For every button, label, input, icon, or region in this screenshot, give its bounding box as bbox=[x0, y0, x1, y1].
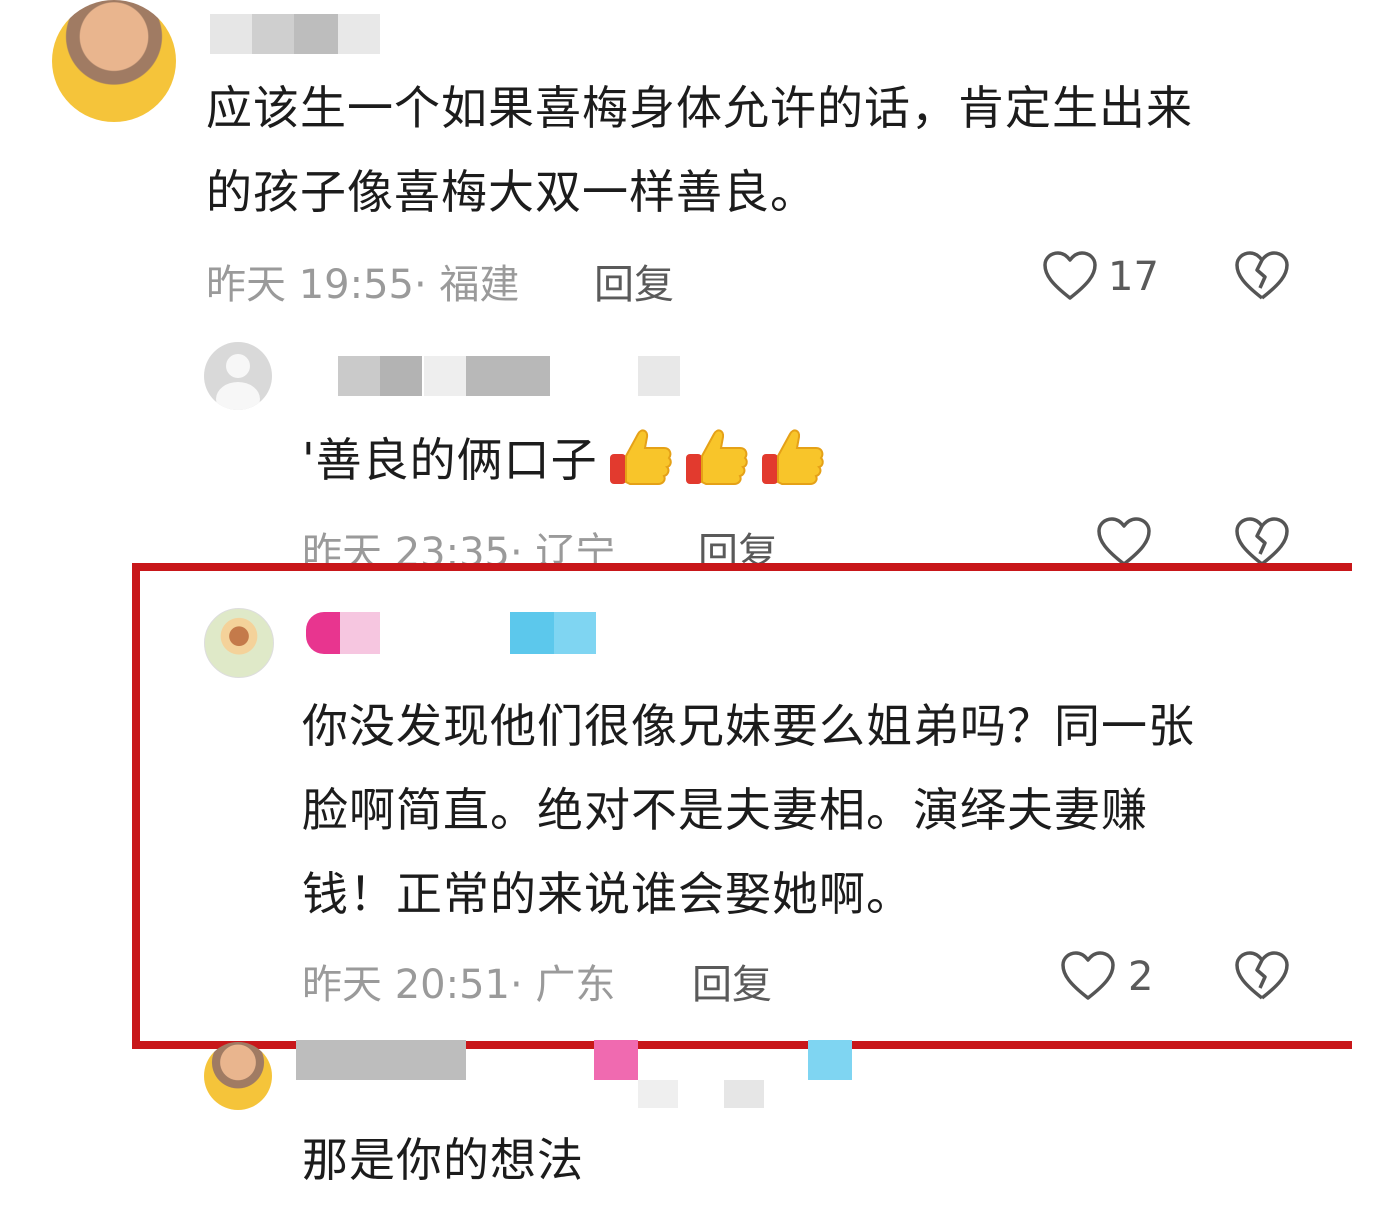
username-blurred[interactable] bbox=[338, 356, 680, 396]
avatar[interactable] bbox=[204, 1042, 272, 1110]
comment-line: 钱！正常的来说谁会娶她啊。 bbox=[302, 867, 913, 921]
reply-button[interactable]: 回复 bbox=[594, 252, 674, 310]
comment-line: '善良的俩口子 bbox=[302, 433, 598, 487]
username-blurred[interactable] bbox=[296, 1040, 852, 1110]
heart-outline-icon[interactable] bbox=[1042, 250, 1098, 302]
like-count: 2 bbox=[1128, 954, 1154, 1000]
username-blurred[interactable] bbox=[306, 612, 596, 654]
comment-line: 的孩子像喜梅大双一样善良。 bbox=[206, 165, 817, 219]
like-count: 17 bbox=[1108, 254, 1159, 300]
default-avatar-icon[interactable] bbox=[204, 342, 272, 410]
comment-line: 脸啊简直。绝对不是夫妻相。演绎夫妻赚 bbox=[302, 783, 1148, 837]
comment-line: 你没发现他们很像兄妹要么姐弟吗？同一张 bbox=[302, 699, 1195, 753]
broken-heart-icon[interactable] bbox=[1234, 950, 1290, 1002]
thumbs-up-emoji bbox=[761, 429, 824, 485]
reply-button[interactable]: 回复 bbox=[692, 952, 772, 1010]
comment-meta: 昨天 20:51· 广东 bbox=[302, 962, 616, 1008]
username-blurred[interactable] bbox=[210, 14, 380, 54]
thumbs-up-emoji bbox=[609, 429, 672, 485]
comment-text: 应该生一个如果喜梅身体允许的话，肯定生出来 的孩子像喜梅大双一样善良。 bbox=[206, 66, 1193, 234]
broken-heart-icon[interactable] bbox=[1234, 516, 1290, 568]
broken-heart-icon[interactable] bbox=[1234, 250, 1290, 302]
thumbs-up-emoji bbox=[685, 429, 748, 485]
comment-text: '善良的俩口子 bbox=[302, 418, 826, 502]
comment-line: 应该生一个如果喜梅身体允许的话，肯定生出来 bbox=[206, 81, 1193, 135]
comment-text: 你没发现他们很像兄妹要么姐弟吗？同一张 脸啊简直。绝对不是夫妻相。演绎夫妻赚 钱… bbox=[302, 684, 1195, 936]
avatar[interactable] bbox=[52, 0, 176, 122]
heart-outline-icon[interactable] bbox=[1060, 950, 1116, 1002]
avatar[interactable] bbox=[204, 608, 274, 678]
comment-meta: 昨天 19:55· 福建 bbox=[206, 262, 520, 308]
comment-text: 那是你的想法 bbox=[302, 1133, 584, 1187]
heart-outline-icon[interactable] bbox=[1096, 516, 1152, 568]
